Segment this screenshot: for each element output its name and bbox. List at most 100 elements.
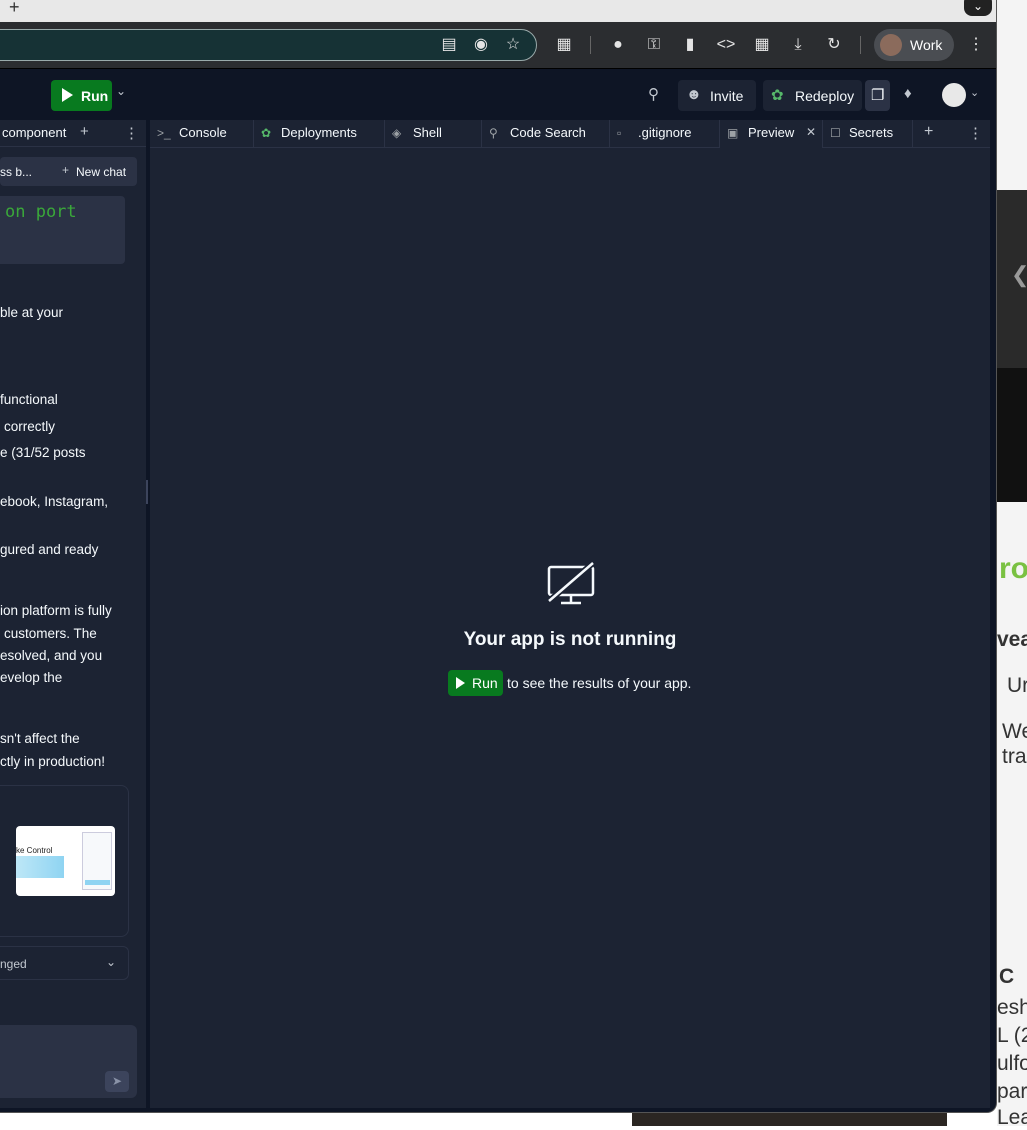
browser-toolbar: ▤ ◉ ☆ ▦ ● ⚿ ▮ <> ▦ ⤓ ↻ Work ⋮ xyxy=(0,22,996,68)
avatar[interactable] xyxy=(942,83,966,107)
thumbnail-hero xyxy=(16,856,64,878)
background-text: tra xyxy=(1002,745,1027,768)
chat-message-line: correctly xyxy=(4,419,56,434)
chevron-down-icon: ⌄ xyxy=(106,955,117,969)
hint-text: to see the results of your app. xyxy=(507,675,692,691)
plus-icon: + xyxy=(62,163,70,177)
chevron-down-icon[interactable]: ⌄ xyxy=(116,84,126,98)
hint-run-button[interactable]: Run xyxy=(448,670,503,696)
search-icon[interactable]: ⚲ xyxy=(648,85,659,103)
background-dark-panel xyxy=(997,368,1027,502)
screenshot-thumbnail[interactable]: ke Control xyxy=(16,826,115,896)
profile-label: Work xyxy=(910,37,943,53)
table-icon[interactable]: ▦ xyxy=(750,33,774,57)
monitor-icon: ▣ xyxy=(727,126,739,140)
tab-shell[interactable]: ◈ Shell xyxy=(385,120,482,148)
run-button[interactable]: Run xyxy=(51,80,112,111)
star-icon[interactable]: ☆ xyxy=(501,33,525,57)
more-vert-icon[interactable]: ⋮ xyxy=(968,124,983,142)
chat-message-line: ion platform is fully xyxy=(0,603,112,618)
tab-component[interactable]: component xyxy=(2,125,66,140)
download-icon[interactable]: ⤓ xyxy=(786,33,810,57)
history-icon[interactable]: ↻ xyxy=(822,33,846,57)
chat-message-line: ctly in production! xyxy=(0,754,106,769)
monitor-off-icon xyxy=(547,561,595,605)
chevron-left-icon: ❮ xyxy=(1011,262,1027,288)
browser-tab-strip: + ⌄ xyxy=(0,0,996,22)
chat-message-line: e (31/52 posts xyxy=(0,445,86,460)
chat-title[interactable]: ss b... xyxy=(0,165,32,179)
shell-icon: ◈ xyxy=(392,126,402,140)
status-title: Your app is not running xyxy=(463,629,677,650)
background-text: We xyxy=(1002,720,1027,743)
thumbnail-text: ke Control xyxy=(16,846,53,855)
more-vert-icon[interactable]: ⋮ xyxy=(124,124,139,142)
workspace-pane: >_ Console ✿ Deployments ◈ Shell ⚲ Code … xyxy=(150,120,990,1108)
invite-label: Invite xyxy=(710,88,744,104)
code-icon[interactable]: <> xyxy=(714,33,738,57)
deploy-icon: ✿ xyxy=(771,87,784,104)
new-chat-button[interactable]: New chat xyxy=(76,165,126,179)
trash-icon[interactable]: ▮ xyxy=(678,33,702,57)
more-vert-icon[interactable]: ⋮ xyxy=(964,33,988,57)
extensions-icon[interactable]: ▦ xyxy=(552,33,576,57)
tab-label: .gitignore xyxy=(638,125,692,140)
chat-input[interactable]: ➤ xyxy=(0,1025,137,1098)
background-text: L (2 xyxy=(997,1024,1027,1047)
background-text: ro xyxy=(999,552,1027,585)
agent-chat-pane: component + ⋮ ss b... + New chat on port… xyxy=(0,120,146,1108)
copy-icon: ❐ xyxy=(871,87,885,104)
send-icon[interactable]: ➤ xyxy=(105,1071,129,1092)
chat-title-row: ss b... + New chat xyxy=(0,157,137,186)
key-icon[interactable]: ⚿ xyxy=(642,33,666,57)
tab-label: Secrets xyxy=(849,125,894,140)
search-icon: ⚲ xyxy=(489,126,498,140)
background-text: vea xyxy=(997,628,1027,651)
screenshot-card: ke Control xyxy=(0,785,129,937)
chat-message-line: sn't affect the xyxy=(0,731,80,746)
run-button-label: Run xyxy=(81,88,109,104)
eye-off-icon[interactable]: ◉ xyxy=(469,33,493,57)
background-window: ❮ ro vea Ur We tra C esh L (2 ulfo par L… xyxy=(997,0,1027,1129)
tab-code-search[interactable]: ⚲ Code Search xyxy=(482,120,610,148)
tab-preview[interactable]: ▣ Preview ✕ xyxy=(720,120,823,148)
thumbnail-bar xyxy=(85,880,110,885)
tab-console[interactable]: >_ Console xyxy=(150,120,254,148)
chat-message-line: gured and ready xyxy=(0,542,99,557)
copy-button[interactable]: ❐ xyxy=(865,80,890,111)
app-header: Run ⌄ ⚲ ☻ Invite ✿ Redeploy ❐ ♦ ⌄ xyxy=(0,68,996,120)
background-text: C xyxy=(999,965,1015,988)
background-text: esh xyxy=(997,996,1027,1019)
workspace-tab-bar: >_ Console ✿ Deployments ◈ Shell ⚲ Code … xyxy=(150,120,990,148)
chat-message-line: evelop the xyxy=(0,670,63,685)
chevron-down-icon[interactable]: ⌄ xyxy=(970,86,979,99)
tab-search-chevron-icon[interactable]: ⌄ xyxy=(964,0,992,16)
install-icon[interactable]: ▤ xyxy=(437,33,461,57)
address-bar[interactable]: ▤ ◉ ☆ xyxy=(0,29,537,61)
redeploy-label: Redeploy xyxy=(795,88,855,104)
new-tab-icon[interactable]: + xyxy=(9,0,20,18)
profile-button[interactable]: Work xyxy=(874,29,954,61)
redeploy-button[interactable]: ✿ Redeploy xyxy=(763,80,862,111)
chat-message-line: esolved, and you xyxy=(0,648,103,663)
chat-message-line: ebook, Instagram, xyxy=(0,494,109,509)
tab-label: Console xyxy=(179,125,227,140)
tab-deployments[interactable]: ✿ Deployments xyxy=(254,120,385,148)
pane-resize-handle[interactable] xyxy=(146,480,148,504)
background-text: par xyxy=(997,1080,1027,1103)
add-tab-icon[interactable]: + xyxy=(80,123,89,140)
tab-secrets[interactable]: ☐ Secrets xyxy=(823,120,913,148)
incognito-icon[interactable]: ● xyxy=(606,33,630,57)
tab-gitignore[interactable]: ▫ .gitignore xyxy=(610,120,720,148)
chat-message-line: customers. The xyxy=(4,626,97,641)
invite-button[interactable]: ☻ Invite xyxy=(678,80,756,111)
preview-panel: Your app is not running Run to see the r… xyxy=(150,149,990,1108)
close-icon[interactable]: ✕ xyxy=(806,125,816,139)
changes-label: nged xyxy=(0,957,27,971)
tab-label: Preview xyxy=(748,125,795,140)
add-tab-icon[interactable]: + xyxy=(924,123,933,141)
changes-dropdown[interactable]: nged ⌄ xyxy=(0,946,129,980)
code-text: on port xyxy=(5,202,77,222)
background-text: ulfo xyxy=(997,1052,1027,1075)
bell-icon[interactable]: ♦ xyxy=(904,85,912,102)
